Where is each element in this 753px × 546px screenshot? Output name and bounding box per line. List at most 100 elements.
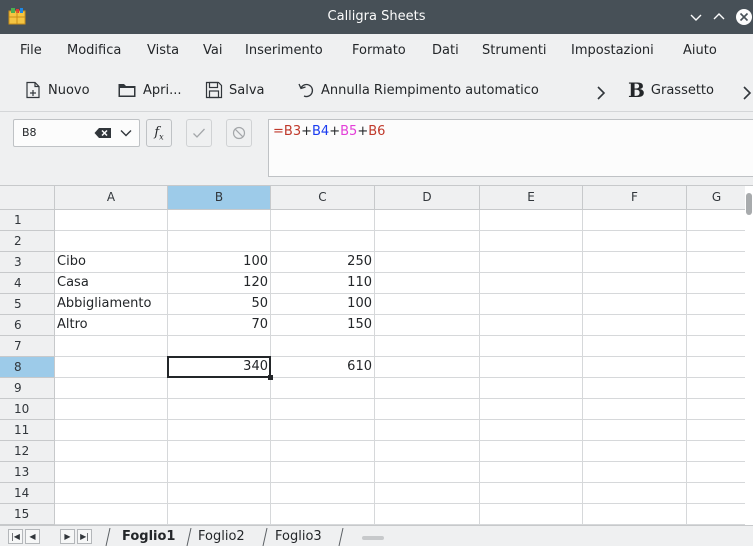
cell-c15[interactable] [271,504,375,525]
cell-d8[interactable] [375,357,480,378]
row-header-12[interactable]: 12 [0,441,55,462]
cell-d10[interactable] [375,399,480,420]
first-sheet-button[interactable]: |◀ [8,529,23,544]
cell-a8[interactable] [55,357,168,378]
sheet-tab-foglio3[interactable]: Foglio3 [275,528,322,546]
cell-f14[interactable] [583,483,687,504]
cell-c5[interactable]: 100 [271,294,375,315]
cell-a15[interactable] [55,504,168,525]
cell-g15[interactable] [687,504,747,525]
row-header-3[interactable]: 3 [0,252,55,273]
column-header-b[interactable]: B [168,186,271,210]
cell-d6[interactable] [375,315,480,336]
cell-b10[interactable] [168,399,271,420]
column-header-f[interactable]: F [583,186,687,210]
cell-f10[interactable] [583,399,687,420]
cell-a11[interactable] [55,420,168,441]
save-button[interactable]: Salva [205,78,265,102]
cell-g1[interactable] [687,210,747,231]
spreadsheet-grid[interactable]: A B C D E F G 1 2 3 Cibo 100 250 4 Casa 120 110 5 Abbiglia… [0,186,753,525]
cell-b4[interactable]: 120 [168,273,271,294]
row-header-8[interactable]: 8 [0,357,55,378]
cell-d1[interactable] [375,210,480,231]
cell-g7[interactable] [687,336,747,357]
cell-f4[interactable] [583,273,687,294]
select-all-corner[interactable] [0,186,55,210]
open-button[interactable]: Apri... [117,78,182,102]
cell-e5[interactable] [480,294,583,315]
cell-f9[interactable] [583,378,687,399]
accept-formula-button[interactable] [186,119,212,147]
cell-b15[interactable] [168,504,271,525]
menu-file[interactable]: File [20,43,42,58]
row-header-4[interactable]: 4 [0,273,55,294]
cell-c6[interactable]: 150 [271,315,375,336]
cell-f12[interactable] [583,441,687,462]
cell-g13[interactable] [687,462,747,483]
cell-a6[interactable]: Altro [55,315,168,336]
cell-c3[interactable]: 250 [271,252,375,273]
cell-b2[interactable] [168,231,271,252]
cell-f11[interactable] [583,420,687,441]
cell-a9[interactable] [55,378,168,399]
cell-b5[interactable]: 50 [168,294,271,315]
cell-d7[interactable] [375,336,480,357]
row-header-10[interactable]: 10 [0,399,55,420]
undo-button[interactable]: Annulla Riempimento automatico [297,78,539,102]
cell-f1[interactable] [583,210,687,231]
chevron-right-icon[interactable] [593,81,609,105]
column-header-g[interactable]: G [687,186,747,210]
cell-g14[interactable] [687,483,747,504]
cell-b8[interactable]: 340 [168,357,271,378]
cell-a10[interactable] [55,399,168,420]
cell-f8[interactable] [583,357,687,378]
menu-go[interactable]: Vai [203,43,222,58]
cell-e1[interactable] [480,210,583,231]
cell-g8[interactable] [687,357,747,378]
cell-g11[interactable] [687,420,747,441]
row-header-15[interactable]: 15 [0,504,55,525]
cell-g5[interactable] [687,294,747,315]
column-header-a[interactable]: A [55,186,168,210]
cell-e8[interactable] [480,357,583,378]
vertical-scrollbar-thumb[interactable] [746,193,752,215]
cell-c1[interactable] [271,210,375,231]
cell-f6[interactable] [583,315,687,336]
cell-d13[interactable] [375,462,480,483]
sheet-tab-foglio2[interactable]: Foglio2 [198,528,245,546]
cell-c8[interactable]: 610 [271,357,375,378]
sheet-tab-foglio1[interactable]: Foglio1 [122,528,175,546]
cell-g6[interactable] [687,315,747,336]
cell-e13[interactable] [480,462,583,483]
cell-d14[interactable] [375,483,480,504]
row-header-9[interactable]: 9 [0,378,55,399]
cell-e2[interactable] [480,231,583,252]
cell-d15[interactable] [375,504,480,525]
cell-a3[interactable]: Cibo [55,252,168,273]
menu-help[interactable]: Aiuto [683,43,717,58]
cell-e9[interactable] [480,378,583,399]
cell-b6[interactable]: 70 [168,315,271,336]
cell-c12[interactable] [271,441,375,462]
cell-f2[interactable] [583,231,687,252]
new-button[interactable]: Nuovo [24,78,90,102]
cell-e7[interactable] [480,336,583,357]
cell-c11[interactable] [271,420,375,441]
cell-e12[interactable] [480,441,583,462]
cell-c13[interactable] [271,462,375,483]
row-header-11[interactable]: 11 [0,420,55,441]
column-header-e[interactable]: E [480,186,583,210]
cell-b12[interactable] [168,441,271,462]
cell-a5[interactable]: Abbigliamento [55,294,168,315]
maximize-icon[interactable] [710,8,728,26]
next-sheet-button[interactable]: ▶ [60,529,75,544]
cell-g2[interactable] [687,231,747,252]
cell-c9[interactable] [271,378,375,399]
cell-g10[interactable] [687,399,747,420]
cell-a12[interactable] [55,441,168,462]
menu-settings[interactable]: Impostazioni [571,43,654,58]
cell-b14[interactable] [168,483,271,504]
cell-d11[interactable] [375,420,480,441]
column-header-c[interactable]: C [271,186,375,210]
last-sheet-button[interactable]: ▶| [77,529,92,544]
